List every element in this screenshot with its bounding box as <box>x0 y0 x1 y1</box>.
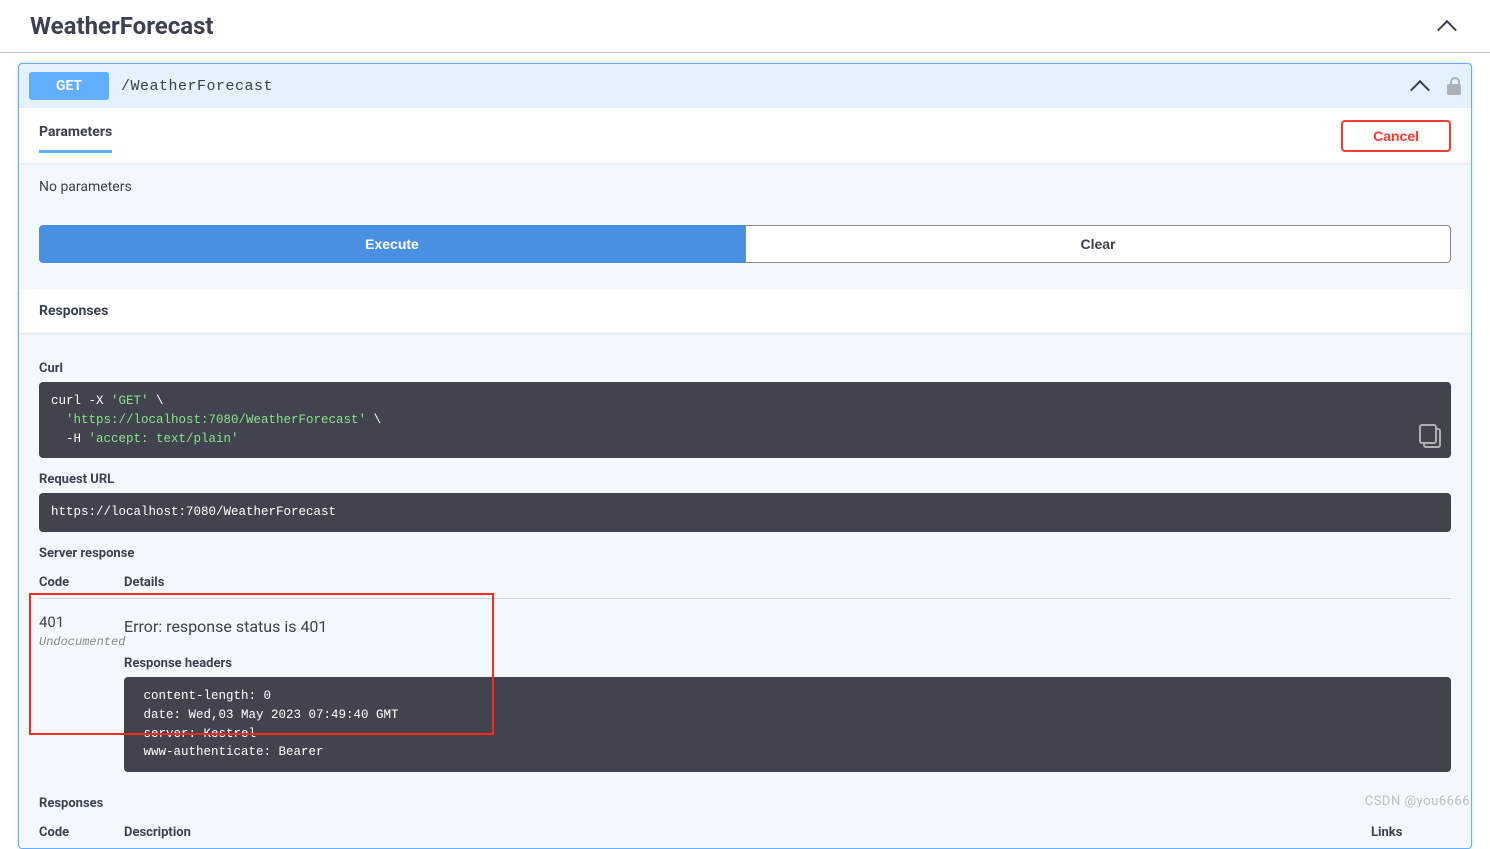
tag-header[interactable]: WeatherForecast <box>0 0 1490 53</box>
curl-label: Curl <box>39 361 1451 376</box>
operation-summary[interactable]: GET /WeatherForecast <box>19 64 1471 108</box>
parameters-header: Parameters Cancel <box>19 108 1471 163</box>
responses-header: Responses <box>19 289 1471 333</box>
response-headers-label: Response headers <box>124 656 1451 671</box>
action-buttons: Execute Clear <box>39 225 1451 263</box>
lock-icon[interactable] <box>1447 77 1461 95</box>
server-response-label: Server response <box>39 546 1451 561</box>
undocumented-label: Undocumented <box>39 635 124 649</box>
responses-section-label: Responses <box>39 796 1451 811</box>
responses-table-header: Code Description Links <box>39 817 1451 848</box>
operation-block: GET /WeatherForecast Parameters Cancel N… <box>18 63 1472 849</box>
clear-button[interactable]: Clear <box>745 225 1451 263</box>
col-code: Code <box>39 575 124 590</box>
server-response-table-header: Code Details <box>39 567 1451 599</box>
col-links: Links <box>1371 825 1451 840</box>
error-message: Error: response status is 401 <box>124 617 1451 636</box>
copy-icon[interactable] <box>1423 428 1441 448</box>
col-code: Code <box>39 825 124 840</box>
http-method-badge: GET <box>29 72 109 100</box>
col-description: Description <box>124 825 1371 840</box>
server-response-row: 401 Undocumented Error: response status … <box>39 599 1451 786</box>
endpoint-path: /WeatherForecast <box>121 78 273 95</box>
tag-name: WeatherForecast <box>30 12 214 40</box>
parameters-tab[interactable]: Parameters <box>39 118 112 153</box>
response-headers-block[interactable]: content-length: 0 date: Wed,03 May 2023 … <box>124 677 1451 772</box>
cancel-button[interactable]: Cancel <box>1341 120 1451 152</box>
chevron-up-icon[interactable] <box>1440 20 1460 32</box>
status-code: 401 <box>39 613 124 631</box>
chevron-up-icon[interactable] <box>1413 80 1433 92</box>
curl-command[interactable]: curl -X 'GET' \ 'https://localhost:7080/… <box>39 382 1451 458</box>
request-url-value[interactable]: https://localhost:7080/WeatherForecast <box>39 493 1451 532</box>
no-parameters-text: No parameters <box>39 179 1451 195</box>
execute-button[interactable]: Execute <box>39 225 745 263</box>
request-url-label: Request URL <box>39 472 1451 487</box>
col-details: Details <box>124 575 1451 590</box>
